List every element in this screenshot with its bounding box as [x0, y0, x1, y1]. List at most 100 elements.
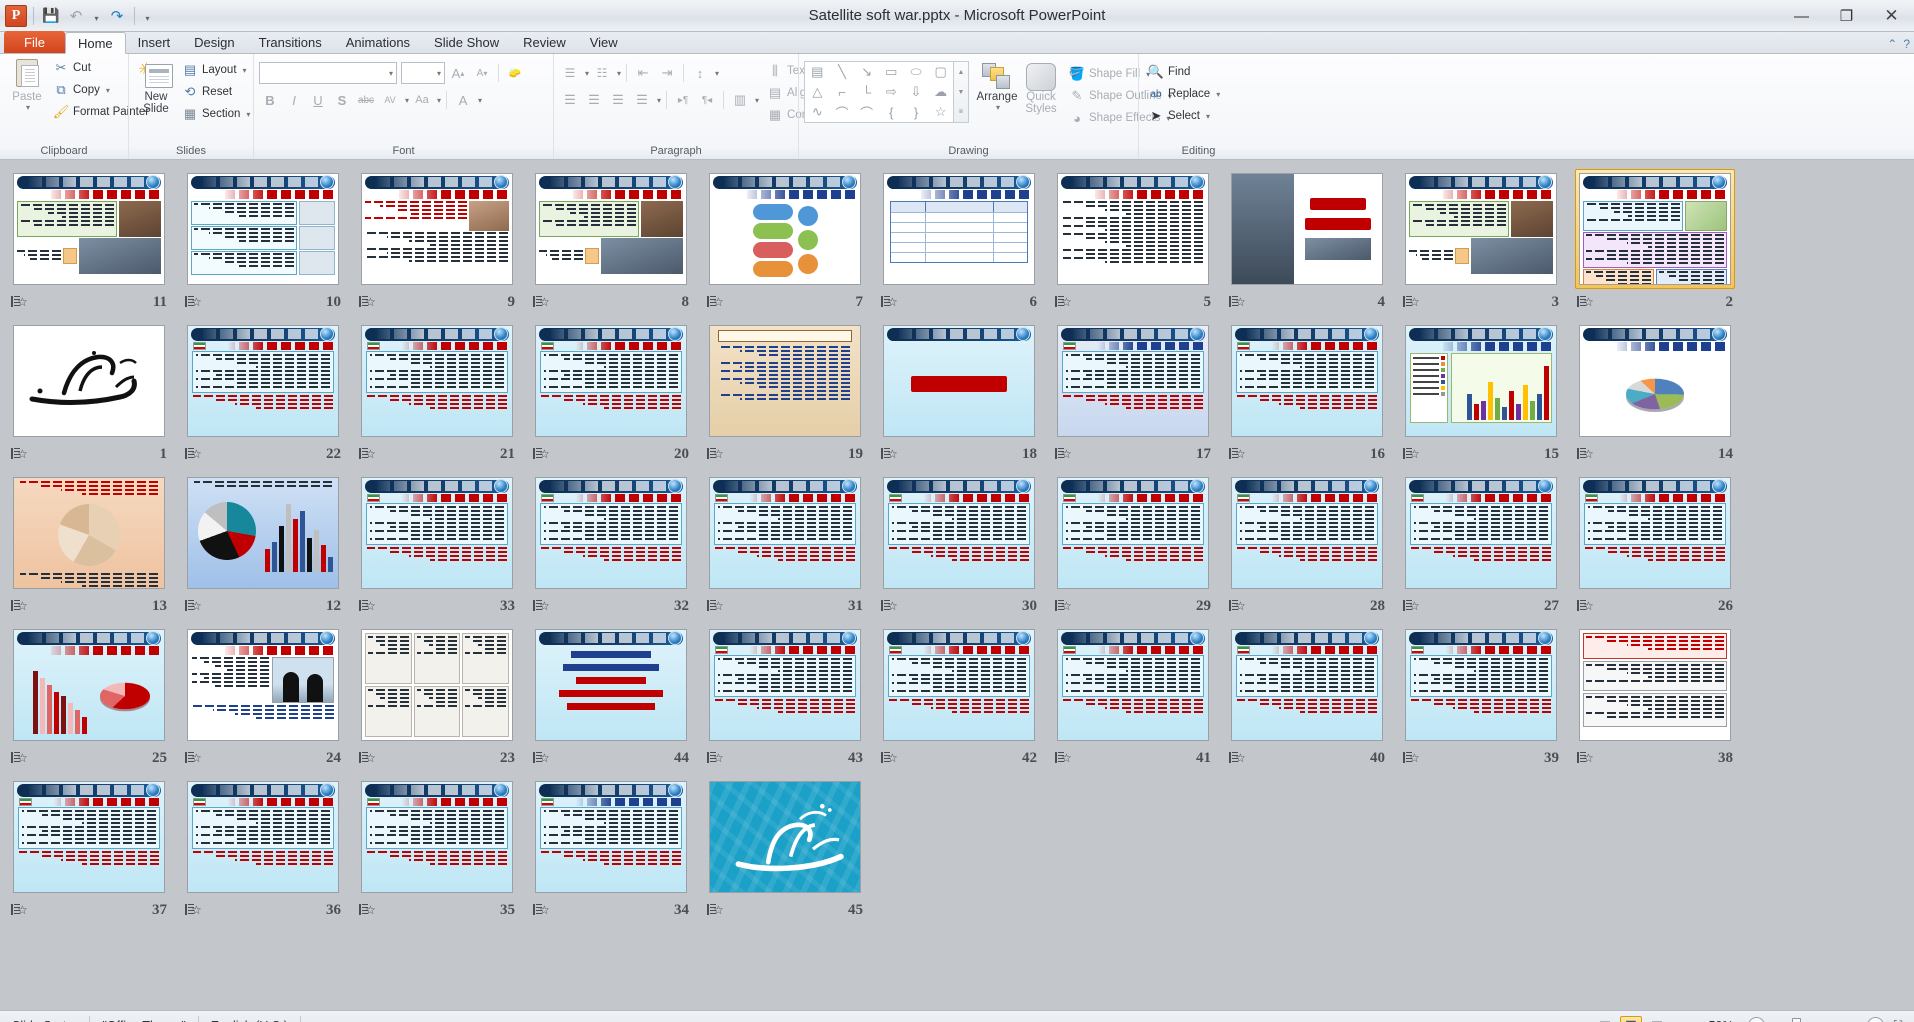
slide-canvas[interactable] — [709, 173, 861, 285]
slide-canvas[interactable] — [187, 173, 339, 285]
section-button[interactable]: ▦ Section ▾ — [178, 103, 254, 125]
zoom-in-button[interactable]: + — [1867, 1017, 1884, 1022]
slide-frame[interactable] — [9, 777, 169, 897]
transition-animation-icon[interactable]: ☆ — [707, 447, 724, 461]
transition-animation-icon[interactable]: ☆ — [185, 295, 202, 309]
ltr-text-direction-button[interactable]: ▸¶ — [672, 89, 694, 111]
underline-button[interactable]: U — [307, 89, 329, 111]
slide-frame[interactable] — [1401, 169, 1561, 289]
shape-elbow-connector-icon[interactable]: ⌐ — [838, 85, 846, 100]
zoom-slider-thumb[interactable] — [1792, 1018, 1801, 1022]
transition-animation-icon[interactable]: ☆ — [881, 447, 898, 461]
slide-frame[interactable] — [1575, 321, 1735, 441]
slide-canvas[interactable] — [709, 477, 861, 589]
slide-frame[interactable] — [357, 321, 517, 441]
transition-animation-icon[interactable]: ☆ — [1229, 447, 1246, 461]
slide-canvas[interactable] — [1231, 629, 1383, 741]
slide-canvas[interactable] — [1231, 173, 1383, 285]
slide-frame[interactable] — [1053, 473, 1213, 593]
tab-transitions[interactable]: Transitions — [247, 31, 334, 53]
transition-animation-icon[interactable]: ☆ — [359, 751, 376, 765]
transition-animation-icon[interactable]: ☆ — [359, 903, 376, 917]
slide-frame[interactable] — [9, 321, 169, 441]
zoom-slider[interactable]: − + — [1748, 1017, 1884, 1022]
tab-review[interactable]: Review — [511, 31, 578, 53]
tab-home[interactable]: Home — [64, 32, 126, 54]
transition-animation-icon[interactable]: ☆ — [185, 751, 202, 765]
slide-canvas[interactable] — [1231, 477, 1383, 589]
slide-frame[interactable] — [1401, 625, 1561, 745]
shape-rectangle-icon[interactable]: ▭ — [885, 64, 897, 80]
slide-thumbnail-35[interactable]: ☆ 35 — [350, 774, 524, 926]
slide-frame[interactable] — [357, 625, 517, 745]
transition-animation-icon[interactable]: ☆ — [359, 599, 376, 613]
powerpoint-logo-icon[interactable]: P — [5, 4, 27, 27]
transition-animation-icon[interactable]: ☆ — [11, 903, 28, 917]
slide-canvas[interactable] — [13, 781, 165, 893]
slide-sorter-workspace[interactable]: ☆ 11 ☆ 10 ☆ 9 ☆ 8 ☆ 7 ☆ 6 ☆ 5 ☆ 4 ☆ 3 ☆ 2 ☆ 1 ☆ 22 ☆ 21 ☆ 20 ☆ 19 ☆ 18 ☆… — [0, 160, 1914, 1010]
slide-sorter-view-button[interactable]: ☰ — [1620, 1015, 1642, 1022]
chevron-down-icon[interactable]: ▾ — [617, 69, 621, 78]
slide-canvas[interactable] — [883, 629, 1035, 741]
shape-elbow-arrow-icon[interactable]: └ — [862, 85, 871, 100]
slide-canvas[interactable] — [1057, 173, 1209, 285]
slide-thumbnail-25[interactable]: ☆ 25 — [2, 622, 176, 774]
slide-thumbnail-34[interactable]: ☆ 34 — [524, 774, 698, 926]
slide-frame[interactable] — [1053, 625, 1213, 745]
paste-button[interactable]: Paste ▾ — [5, 57, 49, 114]
slide-canvas[interactable] — [1579, 173, 1731, 285]
slide-canvas[interactable] — [13, 173, 165, 285]
help-icon[interactable]: ? — [1903, 37, 1910, 51]
columns-button[interactable]: ▥ — [729, 89, 751, 111]
restore-button[interactable]: ❐ — [1824, 0, 1869, 32]
numbering-button[interactable]: ☷ — [591, 62, 613, 84]
shape-arrow-icon[interactable]: ↘ — [861, 64, 872, 80]
character-spacing-button[interactable]: AV — [379, 89, 401, 111]
transition-animation-icon[interactable]: ☆ — [1577, 447, 1594, 461]
slide-frame[interactable] — [705, 321, 865, 441]
transition-animation-icon[interactable]: ☆ — [1229, 295, 1246, 309]
shapes-more-icon[interactable]: ⩸ — [959, 102, 963, 122]
slide-frame[interactable] — [9, 169, 169, 289]
shape-triangle-icon[interactable]: △ — [812, 84, 822, 100]
transition-animation-icon[interactable]: ☆ — [1055, 751, 1072, 765]
slide-thumbnail-18[interactable]: ☆ 18 — [872, 318, 1046, 470]
minimize-ribbon-icon[interactable]: ⌃ — [1887, 37, 1897, 51]
slide-canvas[interactable] — [1405, 629, 1557, 741]
slide-frame[interactable] — [9, 625, 169, 745]
shape-arc-icon[interactable]: ⌒ — [860, 103, 873, 122]
shape-curve-icon[interactable]: ⌒ — [835, 103, 848, 122]
tab-insert[interactable]: Insert — [126, 31, 183, 53]
slide-frame[interactable] — [1401, 473, 1561, 593]
transition-animation-icon[interactable]: ☆ — [1403, 295, 1420, 309]
transition-animation-icon[interactable]: ☆ — [881, 751, 898, 765]
slide-canvas[interactable] — [187, 781, 339, 893]
transition-animation-icon[interactable]: ☆ — [707, 295, 724, 309]
slide-frame[interactable] — [1401, 321, 1561, 441]
slide-thumbnail-16[interactable]: ☆ 16 — [1220, 318, 1394, 470]
transition-animation-icon[interactable]: ☆ — [185, 447, 202, 461]
slide-canvas[interactable] — [13, 325, 165, 437]
align-left-button[interactable]: ☰ — [559, 89, 581, 111]
shape-textbox-icon[interactable]: ▤ — [811, 64, 823, 80]
tab-design[interactable]: Design — [182, 31, 246, 53]
slide-canvas[interactable] — [361, 477, 513, 589]
bold-button[interactable]: B — [259, 89, 281, 111]
chevron-down-icon[interactable]: ▾ — [585, 69, 589, 78]
slide-frame[interactable] — [9, 473, 169, 593]
strikethrough-button[interactable]: abc — [355, 89, 377, 111]
tab-file[interactable]: File — [4, 31, 65, 53]
shapes-scroll-up-icon[interactable]: ▲ — [958, 62, 965, 82]
new-slide-button[interactable]: ✳ New Slide — [134, 57, 178, 117]
slide-thumbnail-17[interactable]: ☆ 17 — [1046, 318, 1220, 470]
transition-animation-icon[interactable]: ☆ — [533, 903, 550, 917]
transition-animation-icon[interactable]: ☆ — [11, 599, 28, 613]
slide-thumbnail-20[interactable]: ☆ 20 — [524, 318, 698, 470]
close-button[interactable]: ✕ — [1869, 0, 1914, 32]
slide-frame[interactable] — [1575, 473, 1735, 593]
shapes-gallery[interactable]: ▤ ╲ ↘ ▭ ⬭ ▢ △ ⌐ └ ⇨ ⇩ ☁ ∿ ⌒ ⌒ { } ☆ — [804, 61, 954, 123]
slide-frame[interactable] — [879, 321, 1039, 441]
slide-thumbnail-38[interactable]: ☆ 38 — [1568, 622, 1742, 774]
transition-animation-icon[interactable]: ☆ — [707, 599, 724, 613]
transition-animation-icon[interactable]: ☆ — [1403, 599, 1420, 613]
